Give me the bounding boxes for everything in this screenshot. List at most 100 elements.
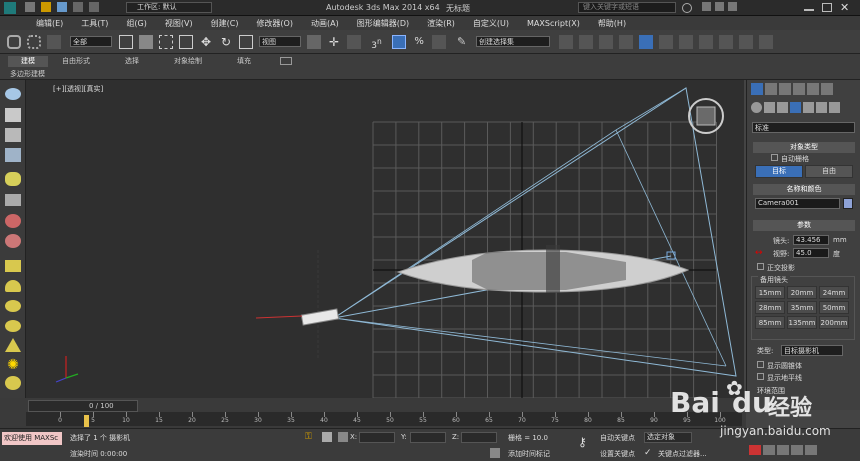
- shapes-icon[interactable]: [764, 102, 775, 113]
- display-tab-icon[interactable]: [807, 83, 819, 95]
- sphere-icon[interactable]: [5, 300, 21, 312]
- set-key-button[interactable]: 设置关键点: [600, 449, 635, 459]
- fov-direction-icon[interactable]: ↔: [755, 248, 765, 258]
- selection-lock-icon[interactable]: [322, 432, 332, 442]
- undo-icon[interactable]: [73, 2, 83, 12]
- maximize-icon[interactable]: [822, 3, 832, 12]
- mirror-icon[interactable]: [559, 35, 573, 49]
- paint2-icon[interactable]: [5, 234, 21, 248]
- move-icon[interactable]: ✥: [199, 35, 213, 49]
- menu-item[interactable]: 修改器(O): [256, 18, 293, 29]
- object-name-input[interactable]: Camera001: [755, 198, 840, 209]
- category-dropdown[interactable]: 标准: [752, 122, 855, 133]
- key-icon[interactable]: ⚷: [578, 435, 594, 449]
- show-cone-checkbox[interactable]: 显示圆锥体: [757, 361, 802, 371]
- time-slider[interactable]: 0 / 100: [28, 400, 138, 412]
- keyboard-shortcut-icon[interactable]: [347, 35, 361, 49]
- select-object-icon[interactable]: [119, 35, 133, 49]
- modify-tab-icon[interactable]: [765, 83, 777, 95]
- time-tag-icon[interactable]: [490, 448, 500, 458]
- layers-icon[interactable]: [5, 128, 21, 142]
- free-camera-button[interactable]: 自由: [805, 165, 853, 178]
- stock-lens-button[interactable]: 35mm: [787, 301, 817, 314]
- current-frame-marker[interactable]: [84, 415, 89, 427]
- menu-item[interactable]: 帮助(H): [598, 18, 626, 29]
- perspective-viewport[interactable]: [+][透视][真实]: [26, 80, 744, 398]
- search-input[interactable]: 键入关键字或短语: [578, 2, 676, 13]
- percent-snap-icon[interactable]: %: [412, 35, 426, 49]
- rendered-frame-icon[interactable]: [719, 35, 733, 49]
- lens-input[interactable]: 43.456: [793, 235, 829, 245]
- menu-item[interactable]: 自定义(U): [473, 18, 509, 29]
- menu-item[interactable]: 图形编辑器(D): [357, 18, 409, 29]
- table-icon[interactable]: [5, 148, 21, 162]
- menu-item[interactable]: 视图(V): [165, 18, 193, 29]
- motion-tab-icon[interactable]: [793, 83, 805, 95]
- maxscript-listener[interactable]: 欢迎使用 MAXSc: [2, 432, 62, 445]
- close-icon[interactable]: ✕: [840, 1, 849, 14]
- reference-coord-dropdown[interactable]: 视图: [259, 36, 301, 47]
- fov-input[interactable]: 45.0: [793, 248, 829, 258]
- absolute-mode-icon[interactable]: [338, 432, 348, 442]
- ortho-checkbox[interactable]: 正交投影: [757, 263, 795, 273]
- key-filter-icon[interactable]: ✓: [644, 448, 654, 458]
- pivot-center-icon[interactable]: [307, 35, 321, 49]
- menu-item[interactable]: 动画(A): [311, 18, 339, 29]
- menu-item[interactable]: 渲染(R): [427, 18, 455, 29]
- key-filters-button[interactable]: 关键点过滤器...: [658, 449, 707, 459]
- search-icon[interactable]: [682, 3, 692, 13]
- scale-icon[interactable]: [239, 35, 253, 49]
- stock-lens-button[interactable]: 15mm: [755, 286, 785, 299]
- cameras-icon[interactable]: [790, 102, 801, 113]
- bind-spacewarp-icon[interactable]: [47, 35, 61, 49]
- parameters-rollout[interactable]: 参数: [753, 220, 855, 231]
- menu-item[interactable]: 组(G): [126, 18, 146, 29]
- geometry-icon[interactable]: [751, 102, 762, 113]
- menu-item[interactable]: 工具(T): [81, 18, 108, 29]
- graphite-toggle-icon[interactable]: [619, 35, 633, 49]
- hierarchy-icon[interactable]: [5, 194, 21, 206]
- select-by-name-icon[interactable]: [139, 35, 153, 49]
- viewcube[interactable]: [688, 98, 724, 134]
- new-file-icon[interactable]: [25, 2, 35, 12]
- name-color-rollout[interactable]: 名称和颜色: [753, 184, 855, 195]
- stock-lens-button[interactable]: 24mm: [819, 286, 849, 299]
- help-icon[interactable]: [728, 2, 737, 11]
- add-time-tag[interactable]: 添加时间标记: [508, 449, 550, 459]
- dome-icon[interactable]: [5, 280, 21, 292]
- save-file-icon[interactable]: [57, 2, 67, 12]
- object-type-rollout[interactable]: 对象类型: [753, 142, 855, 153]
- material-editor-icon[interactable]: [679, 35, 693, 49]
- selection-filter-dropdown[interactable]: 全部: [70, 36, 112, 47]
- lights-icon[interactable]: [777, 102, 788, 113]
- curve-editor-icon[interactable]: [639, 35, 653, 49]
- paint-icon[interactable]: [5, 214, 21, 228]
- ribbon-options-icon[interactable]: [280, 56, 292, 65]
- auto-key-button[interactable]: 自动关键点: [600, 433, 635, 443]
- y-coord-input[interactable]: [410, 432, 446, 443]
- x-coord-input[interactable]: [359, 432, 395, 443]
- ribbon-tab[interactable]: 自由形式: [48, 56, 104, 67]
- box-icon[interactable]: [5, 260, 21, 272]
- menu-item[interactable]: MAXScript(X): [527, 19, 580, 28]
- stock-lens-button[interactable]: 85mm: [755, 316, 785, 329]
- star-icon[interactable]: [702, 2, 711, 11]
- helpers-icon[interactable]: [803, 102, 814, 113]
- light-icon[interactable]: [5, 172, 21, 186]
- isolate-icon[interactable]: [5, 108, 21, 122]
- cone-icon[interactable]: [5, 338, 21, 352]
- lock-icon[interactable]: ⚿: [305, 432, 315, 442]
- camera-type-dropdown[interactable]: 目标摄影机: [781, 345, 843, 356]
- sun-icon[interactable]: ✺: [4, 358, 22, 372]
- rect-selection-icon[interactable]: [159, 35, 173, 49]
- object-color-swatch[interactable]: [843, 198, 853, 209]
- edit-named-sets-icon[interactable]: ✎: [455, 35, 469, 49]
- target-camera-button[interactable]: 目标: [755, 165, 803, 178]
- user-icon[interactable]: [715, 2, 724, 11]
- autogrid-checkbox[interactable]: 自动栅格: [771, 154, 809, 164]
- ribbon-tab[interactable]: 填充: [216, 56, 272, 67]
- align-icon[interactable]: [579, 35, 593, 49]
- workspace-dropdown[interactable]: 工作区: 默认: [126, 2, 212, 13]
- sphere2-icon[interactable]: [5, 376, 21, 390]
- snap-toggle-icon[interactable]: 3n: [370, 35, 384, 51]
